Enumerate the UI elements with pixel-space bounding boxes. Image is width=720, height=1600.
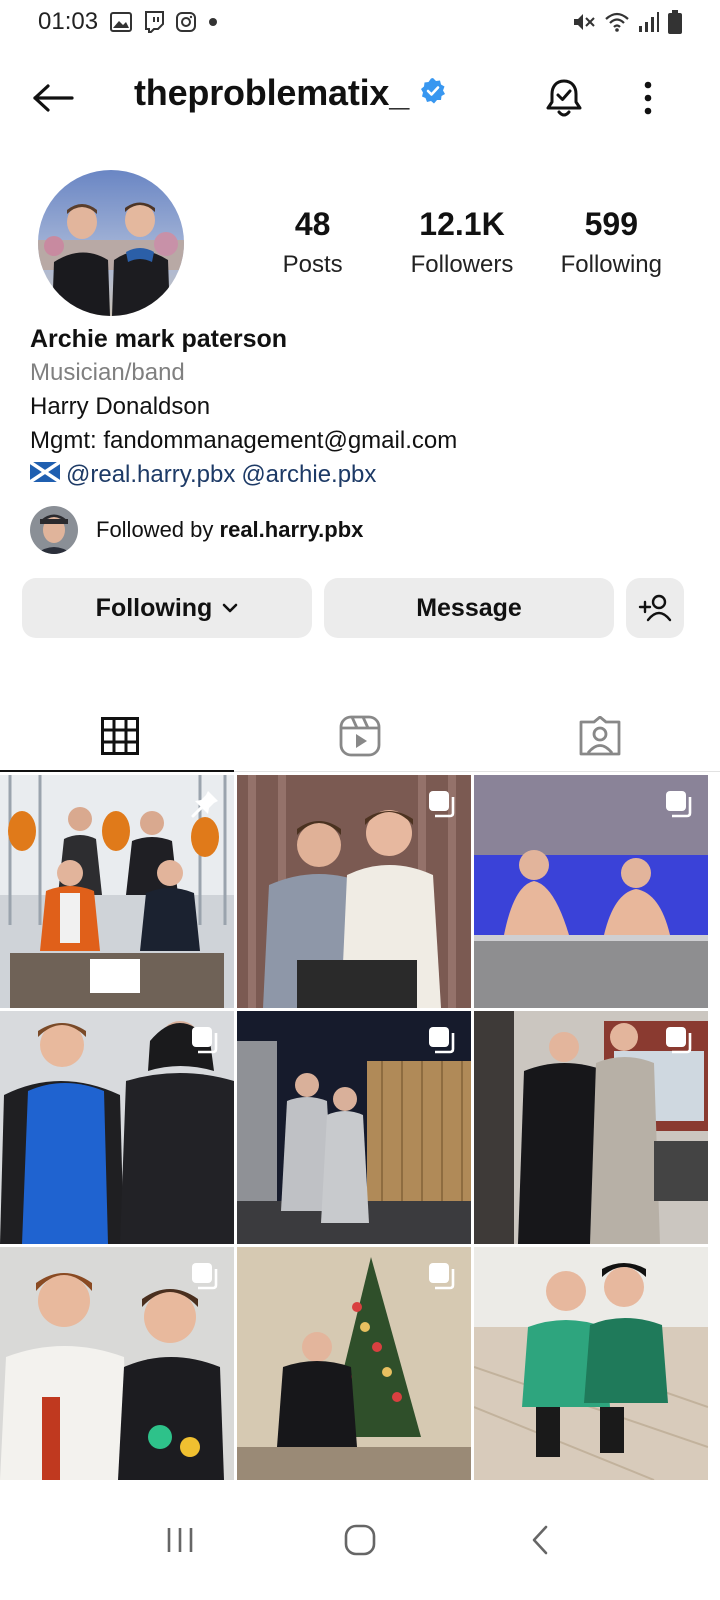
profile-actions: Following Message (22, 578, 684, 638)
followed-by-avatar (30, 506, 78, 554)
post-grid (0, 775, 720, 1480)
stat-label: Followers (410, 251, 514, 278)
wifi-icon (604, 11, 630, 33)
status-bar: 01:03 (0, 0, 720, 44)
arrow-left-icon (33, 84, 74, 112)
profile-top-bar: theproblematix_ (0, 62, 720, 132)
post-thumbnail[interactable] (237, 775, 471, 1008)
message-button-label: Message (416, 593, 522, 622)
reels-icon (339, 715, 381, 757)
carousel-icon (664, 1025, 694, 1060)
tab-tagged[interactable] (480, 700, 720, 772)
dot-icon (208, 17, 218, 27)
tab-reels[interactable] (240, 700, 480, 772)
recent-apps-icon (167, 1528, 193, 1552)
system-nav-bar (0, 1480, 720, 1600)
grid-icon (101, 717, 139, 755)
add-person-icon (638, 594, 672, 622)
username: theproblematix_ (134, 72, 410, 113)
profile-bio: Archie mark paterson Musician/band Harry… (29, 322, 690, 492)
followed-by-text: Followed by real.harry.pbx (96, 517, 363, 543)
stat-value: 12.1K (419, 206, 505, 242)
tab-posts-grid[interactable] (0, 700, 240, 772)
post-thumbnail[interactable] (0, 1011, 234, 1244)
carousel-icon (427, 1261, 457, 1296)
post-thumbnail[interactable] (474, 1011, 708, 1244)
chevron-down-icon (223, 603, 238, 613)
stat-value: 599 (584, 206, 639, 242)
profile-name: Archie mark paterson (30, 325, 288, 353)
stat-value: 48 (294, 206, 331, 242)
followed-by-prefix: Followed by (96, 517, 214, 542)
tagged-person-icon (579, 716, 621, 756)
carousel-icon (190, 1261, 220, 1296)
profile-avatar[interactable] (38, 170, 184, 316)
scotland-flag-icon (29, 458, 61, 492)
post-thumbnail[interactable] (0, 775, 234, 1008)
instagram-icon (176, 12, 197, 32)
message-button[interactable]: Message (324, 578, 614, 638)
post-thumbnail[interactable] (0, 1247, 234, 1480)
status-time: 01:03 (38, 8, 99, 35)
post-thumbnail[interactable] (237, 1247, 471, 1480)
bio-links: @real.harry.pbx @archie.pbx (29, 458, 690, 492)
gallery-icon (110, 12, 133, 32)
bio-link-mention[interactable]: @archie.pbx (241, 458, 376, 492)
bell-check-icon (546, 79, 582, 117)
post-thumbnail[interactable] (474, 1247, 708, 1480)
post-thumbnail[interactable] (237, 1011, 471, 1244)
home-icon (344, 1524, 376, 1556)
battery-icon (668, 10, 682, 34)
more-vertical-icon (644, 81, 652, 115)
carousel-icon (190, 1025, 220, 1060)
stat-posts[interactable]: 48 Posts (238, 206, 387, 279)
following-button-label: Following (95, 593, 213, 622)
back-button[interactable] (28, 76, 76, 120)
mute-icon (572, 11, 596, 33)
followed-by[interactable]: Followed by real.harry.pbx (30, 506, 363, 554)
stat-label: Following (560, 251, 663, 278)
carousel-icon (664, 789, 694, 824)
bio-line: Mgmt: fandommanagement@gmail.com (30, 427, 458, 454)
suggested-users-button[interactable] (626, 578, 684, 638)
stat-followers[interactable]: 12.1K Followers (387, 206, 536, 279)
status-right (572, 10, 682, 34)
twitch-icon (144, 11, 165, 33)
username-header: theproblematix_ (134, 72, 447, 114)
verified-badge-icon (419, 77, 447, 110)
stat-label: Posts (282, 251, 343, 278)
following-button[interactable]: Following (22, 578, 312, 638)
back-nav-button[interactable] (510, 1510, 570, 1570)
bio-link-mention[interactable]: @real.harry.pbx (66, 458, 235, 492)
profile-stats: 48 Posts 12.1K Followers 599 Following (238, 206, 686, 279)
pin-icon (190, 789, 220, 824)
home-button[interactable] (330, 1510, 390, 1570)
signal-icon (638, 11, 660, 33)
carousel-icon (427, 789, 457, 824)
notifications-button[interactable] (540, 74, 588, 122)
stat-following[interactable]: 599 Following (537, 206, 686, 279)
status-left: 01:03 (38, 8, 218, 36)
profile-category: Musician/band (30, 359, 185, 386)
active-tab-indicator (0, 770, 234, 772)
carousel-icon (427, 1025, 457, 1060)
bio-line: Harry Donaldson (30, 393, 211, 420)
chevron-left-icon (532, 1525, 548, 1555)
post-thumbnail[interactable] (474, 775, 708, 1008)
followed-by-name: real.harry.pbx (219, 517, 364, 542)
more-options-button[interactable] (630, 74, 666, 122)
profile-tabs (0, 700, 720, 772)
recent-apps-button[interactable] (150, 1510, 210, 1570)
